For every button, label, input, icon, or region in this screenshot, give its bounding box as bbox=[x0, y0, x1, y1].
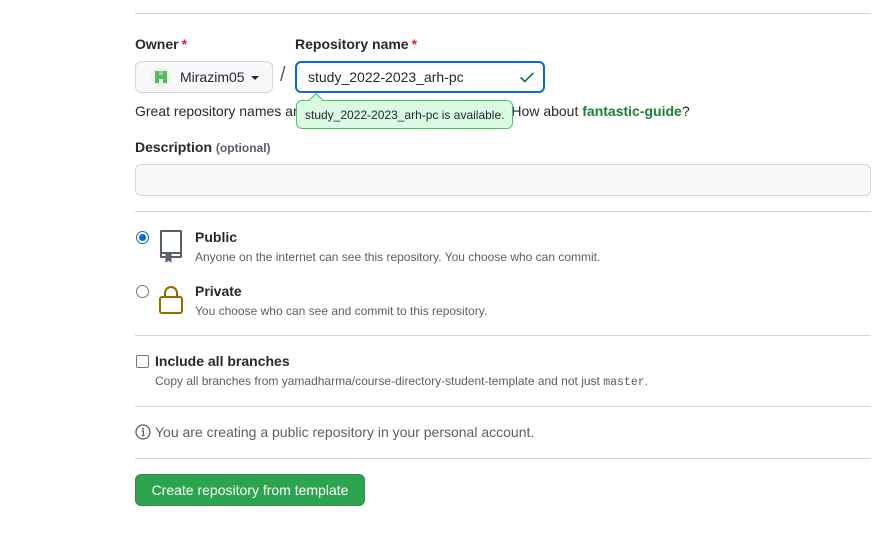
availability-text: study_2022-2023_arh-pc is available. bbox=[305, 107, 505, 122]
divider bbox=[135, 335, 871, 336]
repo-name-label: Repository name * bbox=[295, 36, 417, 52]
info-text: You are creating a public repository in … bbox=[155, 424, 535, 440]
divider bbox=[135, 458, 871, 459]
owner-name: Mirazim05 bbox=[180, 69, 245, 85]
repo-icon bbox=[160, 230, 182, 263]
owner-repo-separator: / bbox=[280, 64, 286, 86]
private-radio[interactable] bbox=[136, 285, 149, 298]
lock-icon bbox=[159, 286, 183, 314]
info-notice: You are creating a public repository in … bbox=[135, 424, 534, 440]
availability-tooltip: study_2022-2023_arh-pc is available. bbox=[296, 100, 514, 129]
include-branches-description: Copy all branches from yamadharma/course… bbox=[155, 374, 648, 389]
include-branches-checkbox[interactable] bbox=[136, 355, 149, 368]
branches-description-text: Copy all branches from yamadharma/course… bbox=[155, 374, 604, 388]
branch-name-code: master bbox=[603, 376, 645, 389]
optional-tag: (optional) bbox=[215, 141, 271, 155]
description-label-text: Description bbox=[135, 139, 213, 155]
suggested-name-link[interactable]: fantastic-guide bbox=[582, 103, 682, 119]
top-divider bbox=[135, 13, 871, 14]
hint-prefix: Great repository names ar bbox=[135, 103, 298, 119]
identicon-icon bbox=[155, 71, 167, 83]
description-input[interactable] bbox=[135, 164, 871, 196]
public-title: Public bbox=[195, 229, 238, 245]
branches-description-suffix: . bbox=[644, 374, 648, 388]
check-icon bbox=[520, 72, 534, 83]
description-label: Description (optional) bbox=[135, 139, 271, 155]
owner-dropdown[interactable]: Mirazim05 bbox=[135, 61, 273, 93]
required-mark: * bbox=[411, 36, 418, 52]
info-icon bbox=[135, 424, 151, 440]
owner-label-text: Owner bbox=[135, 36, 179, 52]
create-repository-button[interactable]: Create repository from template bbox=[135, 474, 365, 506]
divider bbox=[135, 406, 871, 407]
divider bbox=[135, 211, 871, 212]
caret-down-icon bbox=[250, 75, 259, 80]
avatar bbox=[151, 67, 171, 87]
include-branches-title: Include all branches bbox=[155, 353, 290, 369]
public-description: Anyone on the internet can see this repo… bbox=[195, 250, 601, 264]
owner-label: Owner * bbox=[135, 36, 187, 52]
required-mark: * bbox=[181, 36, 188, 52]
repo-name-label-text: Repository name bbox=[295, 36, 409, 52]
private-title: Private bbox=[195, 283, 242, 299]
hint-suffix: ? bbox=[681, 103, 690, 119]
repo-name-input[interactable] bbox=[295, 61, 545, 93]
private-description: You choose who can see and commit to thi… bbox=[195, 304, 488, 318]
public-radio[interactable] bbox=[136, 231, 149, 244]
